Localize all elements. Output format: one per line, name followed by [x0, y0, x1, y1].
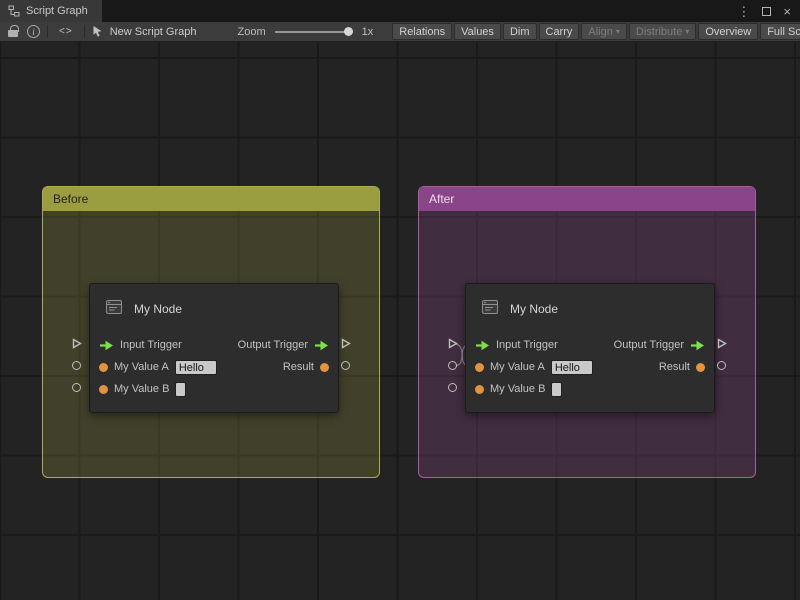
tab-script-graph[interactable]: Script Graph	[0, 0, 102, 22]
script-machine-icon	[480, 297, 500, 322]
group-after-header[interactable]: After	[419, 187, 755, 211]
align-button: Align ▾	[581, 23, 626, 40]
graph-breadcrumb[interactable]: New Script Graph	[110, 26, 197, 38]
group-before[interactable]: Before My Node	[42, 186, 380, 478]
toolbar-divider	[47, 25, 48, 38]
tab-bar: Script Graph ⋮ ×	[0, 0, 800, 22]
graph-pointer-icon	[92, 25, 103, 38]
group-title: Before	[53, 192, 88, 206]
toolbar-divider	[84, 25, 85, 38]
port-label: Result	[283, 361, 314, 373]
outer-input-trigger-port[interactable]	[447, 338, 458, 349]
port-label: Input Trigger	[496, 339, 558, 351]
value-b-port-icon[interactable]	[99, 385, 108, 394]
zoom-slider-handle[interactable]	[344, 27, 353, 36]
value-a-input[interactable]: Hello	[175, 360, 217, 375]
port-label: My Value A	[490, 361, 545, 373]
tab-title: Script Graph	[26, 5, 88, 17]
toolbar-buttons: Relations Values Dim Carry Align ▾ Distr…	[392, 23, 800, 40]
node-header[interactable]: My Node	[90, 284, 338, 334]
node-row-value-b: My Value B	[90, 378, 338, 400]
port-label: Input Trigger	[120, 339, 182, 351]
outer-output-trigger-port[interactable]	[340, 338, 351, 349]
outer-value-b-port[interactable]	[447, 382, 458, 393]
zoom-slider-track	[275, 31, 353, 33]
relations-button[interactable]: Relations	[392, 23, 452, 40]
my-node[interactable]: My Node Input Trigger Output Trigger	[465, 283, 715, 413]
graph-canvas[interactable]: Before My Node	[0, 42, 800, 600]
value-b-input[interactable]	[551, 382, 562, 397]
node-row-trigger: Input Trigger Output Trigger	[466, 334, 714, 356]
port-label: Output Trigger	[238, 339, 308, 351]
group-before-header[interactable]: Before	[43, 187, 379, 211]
close-icon[interactable]: ×	[783, 5, 791, 18]
outer-output-trigger-port[interactable]	[716, 338, 727, 349]
input-trigger-port-icon[interactable]	[475, 340, 490, 351]
value-a-port-icon[interactable]	[99, 363, 108, 372]
code-icon[interactable]: <>	[55, 26, 77, 37]
overview-button[interactable]: Overview	[698, 23, 758, 40]
outer-result-port[interactable]	[340, 360, 351, 371]
info-icon[interactable]	[27, 25, 40, 38]
node-row-value-a: My Value A Hello Result	[90, 356, 338, 378]
node-title: My Node	[134, 302, 182, 316]
port-label: My Value A	[114, 361, 169, 373]
distribute-button: Distribute ▾	[629, 23, 696, 40]
output-trigger-port-icon[interactable]	[314, 340, 329, 351]
outer-result-port[interactable]	[716, 360, 727, 371]
unity-window: Script Graph ⋮ × <> New Script Graph Zoo…	[0, 0, 800, 600]
output-trigger-port-icon[interactable]	[690, 340, 705, 351]
zoom-value: 1x	[362, 26, 374, 38]
node-row-value-a: My Value A Hello Result	[466, 356, 714, 378]
result-port-icon[interactable]	[320, 363, 329, 372]
kebab-menu-icon[interactable]: ⋮	[737, 5, 750, 18]
dropdown-caret-icon: ▾	[616, 27, 620, 36]
value-a-input[interactable]: Hello	[551, 360, 593, 375]
outer-value-b-port[interactable]	[71, 382, 82, 393]
port-label: Result	[659, 361, 690, 373]
carry-button[interactable]: Carry	[539, 23, 580, 40]
input-trigger-port-icon[interactable]	[99, 340, 114, 351]
maximize-icon[interactable]	[762, 7, 771, 16]
dropdown-caret-icon: ▾	[685, 27, 689, 36]
group-title: After	[429, 192, 454, 206]
node-row-value-b: My Value B	[466, 378, 714, 400]
value-a-port-icon[interactable]	[475, 363, 484, 372]
node-title: My Node	[510, 302, 558, 316]
node-header[interactable]: My Node	[466, 284, 714, 334]
lock-icon[interactable]	[8, 30, 18, 37]
value-b-input[interactable]	[175, 382, 186, 397]
zoom-slider[interactable]	[275, 25, 353, 39]
port-label: Output Trigger	[614, 339, 684, 351]
dim-button[interactable]: Dim	[503, 23, 537, 40]
value-b-port-icon[interactable]	[475, 385, 484, 394]
result-port-icon[interactable]	[696, 363, 705, 372]
node-row-trigger: Input Trigger Output Trigger	[90, 334, 338, 356]
script-machine-icon	[104, 297, 124, 322]
port-label: My Value B	[114, 383, 169, 395]
values-button[interactable]: Values	[454, 23, 501, 40]
graph-toolbar: <> New Script Graph Zoom 1x Relations Va…	[0, 22, 800, 42]
outer-input-trigger-port[interactable]	[71, 338, 82, 349]
script-graph-icon	[8, 5, 20, 17]
group-after[interactable]: After My Node	[418, 186, 756, 478]
zoom-label: Zoom	[238, 26, 266, 38]
outer-value-a-port[interactable]	[447, 360, 458, 371]
port-label: My Value B	[490, 383, 545, 395]
fullscreen-button[interactable]: Full Scr	[760, 23, 800, 40]
window-controls: ⋮ ×	[737, 0, 800, 22]
outer-value-a-port[interactable]	[71, 360, 82, 371]
my-node[interactable]: My Node Input Trigger Output Trigger	[89, 283, 339, 413]
